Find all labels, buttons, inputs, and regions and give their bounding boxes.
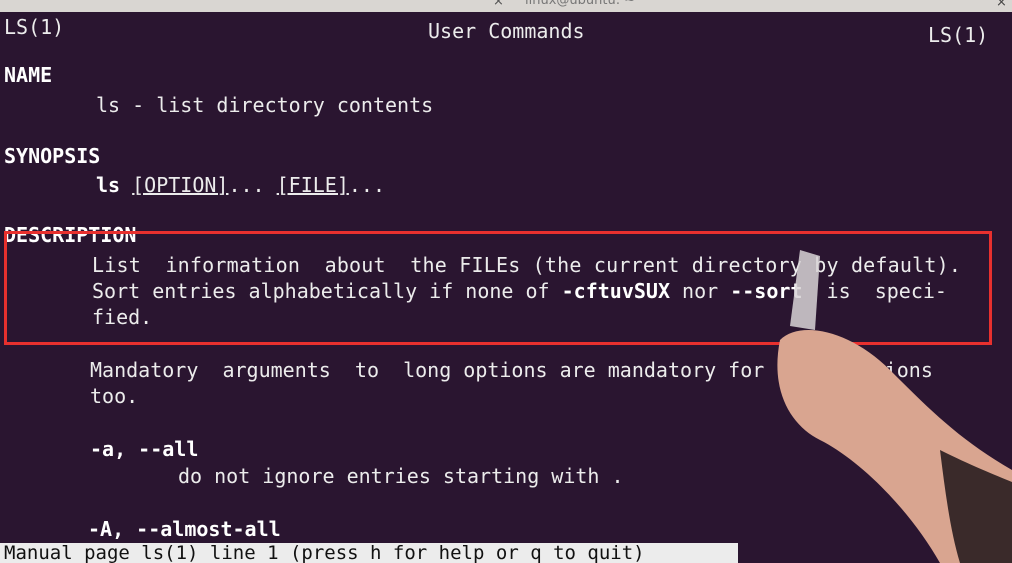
option-flag: -A, --almost-all (88, 517, 281, 541)
highlight-box (4, 231, 992, 345)
name-text: ls - list directory contents (96, 93, 434, 117)
status-bar: Manual page ls(1) line 1 (press h for he… (0, 543, 738, 563)
tab-close-icon[interactable]: × (493, 0, 504, 9)
window-close-icon[interactable]: × (996, 0, 1007, 10)
mandatory-line-2: too. (90, 384, 139, 408)
name-heading: NAME (4, 63, 53, 87)
synopsis-dots-1: ... (228, 173, 265, 197)
synopsis-option: [OPTION] (132, 173, 229, 197)
window-title: linux@ubuntu: ~ (525, 0, 636, 8)
option-flag: -a, --all (90, 437, 199, 461)
mandatory-line-1: Mandatory arguments to long options are … (90, 358, 933, 382)
option-desc: do not ignore entries starting with . (178, 464, 624, 488)
synopsis-heading: SYNOPSIS (4, 144, 101, 168)
header-right: LS(1) (928, 23, 989, 47)
synopsis-line: ls [OPTION]... [FILE]... (96, 172, 385, 198)
header-left: LS(1) (4, 15, 65, 39)
synopsis-file: [FILE] (276, 173, 349, 197)
terminal-view[interactable]: LS(1) User Commands LS(1) NAME ls - list… (0, 12, 1012, 543)
header-center: User Commands (428, 19, 585, 43)
synopsis-dots-2: ... (348, 173, 386, 197)
window-titlebar: × linux@ubuntu: ~ × (0, 0, 1012, 12)
synopsis-cmd: ls (96, 173, 121, 197)
